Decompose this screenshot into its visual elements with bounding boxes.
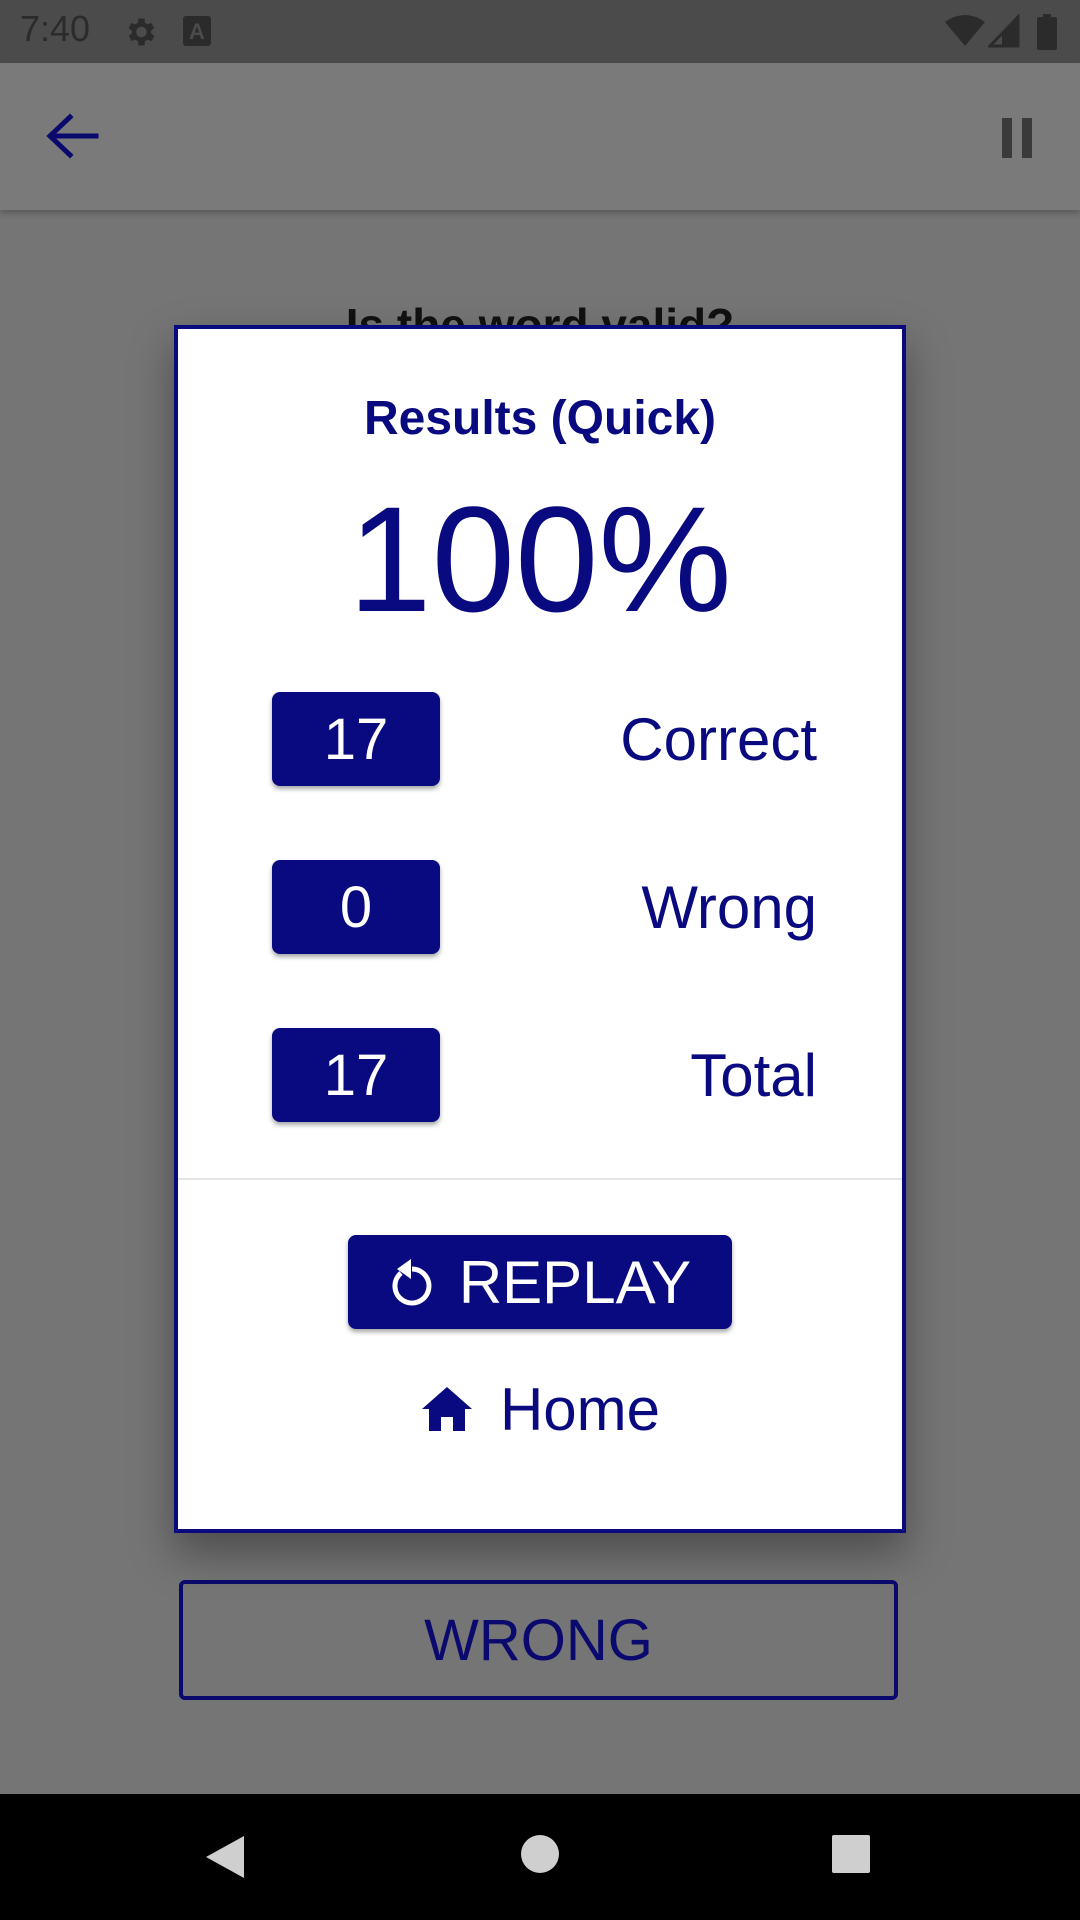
home-label: Home [499, 1375, 661, 1443]
wifi-icon [945, 15, 985, 46]
wrong-count-badge: 0 [272, 860, 440, 954]
dialog-divider [178, 1178, 902, 1180]
correct-label: Correct [620, 705, 817, 773]
wrong-button-label: WRONG [424, 1607, 653, 1673]
home-icon [421, 1387, 472, 1431]
navigation-bar [0, 1794, 1080, 1920]
status-bar: 7:40 A [0, 0, 1080, 63]
replay-label: REPLAY [458, 1248, 692, 1316]
nav-recents-icon[interactable] [832, 1834, 870, 1874]
total-label: Total [690, 1041, 817, 1109]
settings-icon [128, 18, 155, 46]
results-dialog: Results (Quick) 100% 17 Correct 0 Wrong … [174, 325, 906, 1533]
app-bar [0, 63, 1080, 210]
status-time: 7:40 [20, 8, 91, 49]
nav-back-icon[interactable] [204, 1834, 246, 1880]
score-percent: 100% [348, 475, 732, 643]
stat-row-wrong: 0 Wrong [272, 860, 817, 954]
home-button[interactable]: Home [178, 1369, 902, 1449]
arrow-back-icon[interactable] [44, 111, 100, 161]
replay-button[interactable]: REPLAY [348, 1235, 732, 1329]
battery-icon [1037, 14, 1057, 50]
stat-row-correct: 17 Correct [272, 692, 817, 786]
stat-row-total: 17 Total [272, 1028, 817, 1122]
dialog-title: Results (Quick) [363, 392, 717, 445]
wrong-button[interactable]: WRONG [179, 1580, 898, 1700]
nav-home-icon[interactable] [520, 1834, 560, 1874]
keyboard-a-icon: A [183, 16, 211, 46]
wrong-label: Wrong [641, 873, 817, 941]
total-count-badge: 17 [272, 1028, 440, 1122]
svg-text:A: A [189, 19, 205, 44]
correct-count-badge: 17 [272, 692, 440, 786]
replay-icon [392, 1259, 432, 1306]
signal-icon [988, 14, 1020, 48]
pause-icon[interactable] [1000, 118, 1034, 158]
